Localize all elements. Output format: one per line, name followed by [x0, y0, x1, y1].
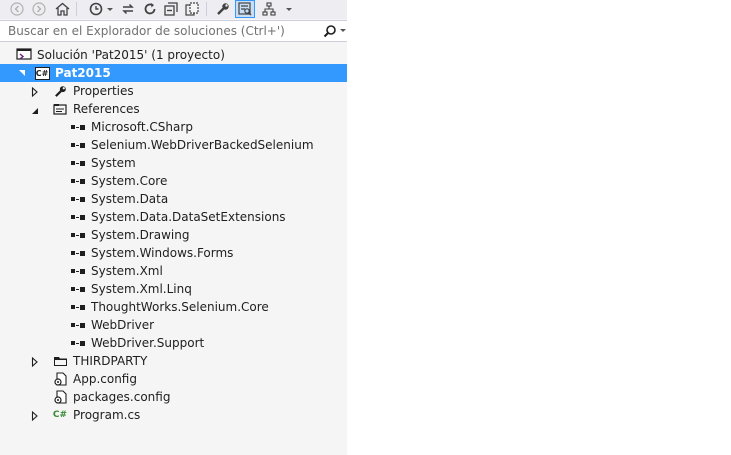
tree-item-references[interactable]: References: [0, 100, 347, 118]
preview-icon: [238, 2, 252, 16]
search-input[interactable]: [4, 22, 312, 40]
expand-chevron-icon[interactable]: [31, 356, 41, 368]
tree-item-solution[interactable]: Solución 'Pat2015' (1 proyecto): [0, 46, 347, 64]
properties-icon[interactable]: [214, 0, 232, 18]
tree-item-label: System.Data: [91, 192, 169, 206]
solution-icon: [16, 47, 32, 63]
tree-item-label: Pat2015: [55, 66, 111, 80]
tree-item-label: System.Core: [91, 174, 168, 188]
assembly-icon: [70, 209, 86, 225]
config-file-icon: [52, 389, 68, 405]
assembly-icon: [70, 317, 86, 333]
tree-item-packages-config[interactable]: packages.config: [0, 388, 347, 406]
tree-item-reference[interactable]: System.Xml: [0, 262, 347, 280]
tree-item-label: WebDriver: [91, 318, 155, 332]
tree-item-label: THIRDPARTY: [73, 354, 148, 368]
tree-item-reference[interactable]: System: [0, 154, 347, 172]
tree-item-label: Microsoft.CSharp: [91, 120, 193, 134]
tree-item-label: System.Drawing: [91, 228, 190, 242]
tree-item-reference[interactable]: Selenium.WebDriverBackedSelenium: [0, 136, 347, 154]
tree-item-label: ThoughtWorks.Selenium.Core: [91, 300, 269, 314]
tree-item-label: System: [91, 156, 136, 170]
tree-item-label: References: [73, 102, 140, 116]
solution-explorer-panel: Solución 'Pat2015' (1 proyecto) C# Pat20…: [0, 0, 347, 455]
tree-item-program-cs[interactable]: C# Program.cs: [0, 406, 347, 424]
tree-item-label: System.Data.DataSetExtensions: [91, 210, 286, 224]
collapse-chevron-icon[interactable]: [31, 104, 41, 114]
tree-item-reference[interactable]: System.Core: [0, 172, 347, 190]
toolbar-separator: [76, 2, 77, 16]
tree-item-thirdparty-folder[interactable]: THIRDPARTY: [0, 352, 347, 370]
preview-selected-items-toggle[interactable]: [235, 0, 255, 18]
class-view-icon[interactable]: [260, 0, 278, 18]
assembly-icon: [70, 299, 86, 315]
assembly-icon: [70, 173, 86, 189]
tree-item-app-config[interactable]: App.config: [0, 370, 347, 388]
assembly-icon: [70, 227, 86, 243]
tree-item-label: Solución 'Pat2015' (1 proyecto): [37, 48, 225, 62]
pending-changes-filter-icon[interactable]: [87, 0, 105, 18]
collapse-chevron-icon[interactable]: [17, 68, 27, 78]
folder-icon: [52, 353, 68, 369]
tree-item-label: System.Xml: [91, 264, 163, 278]
tree-item-label: System.Xml.Linq: [91, 282, 192, 296]
home-icon[interactable]: [53, 0, 71, 18]
assembly-icon: [70, 155, 86, 171]
tree-item-reference[interactable]: Microsoft.CSharp: [0, 118, 347, 136]
tree-item-label: Program.cs: [73, 408, 141, 422]
assembly-icon: [70, 281, 86, 297]
tree-item-reference[interactable]: System.Data: [0, 190, 347, 208]
back-icon[interactable]: [9, 0, 25, 18]
tree-item-label: System.Windows.Forms: [91, 246, 234, 260]
references-icon: [52, 101, 68, 117]
tree-item-reference[interactable]: System.Drawing: [0, 226, 347, 244]
wrench-icon: [52, 83, 68, 99]
search-box: [0, 20, 347, 42]
assembly-icon: [70, 335, 86, 351]
solution-explorer-toolbar: [0, 0, 347, 19]
toolbar-separator: [206, 2, 207, 16]
expand-chevron-icon[interactable]: [31, 410, 41, 422]
refresh-icon[interactable]: [142, 0, 158, 18]
tree-item-reference[interactable]: System.Data.DataSetExtensions: [0, 208, 347, 226]
expand-chevron-icon[interactable]: [31, 86, 41, 98]
tree-item-label: App.config: [73, 372, 137, 386]
tree-item-reference[interactable]: System.Windows.Forms: [0, 244, 347, 262]
csharp-file-icon: C#: [52, 410, 68, 420]
tree-item-label: WebDriver.Support: [91, 336, 205, 350]
tree-item-reference[interactable]: WebDriver.Support: [0, 334, 347, 352]
forward-icon[interactable]: [31, 0, 47, 18]
tree-item-reference[interactable]: ThoughtWorks.Selenium.Core: [0, 298, 347, 316]
tree-item-label: Selenium.WebDriverBackedSelenium: [91, 138, 314, 152]
assembly-icon: [70, 191, 86, 207]
collapse-all-icon[interactable]: [163, 0, 179, 18]
filter-dropdown-arrow[interactable]: [106, 0, 114, 18]
tree-item-label: packages.config: [73, 390, 171, 404]
tree-item-reference[interactable]: WebDriver: [0, 316, 347, 334]
tree-item-reference[interactable]: System.Xml.Linq: [0, 280, 347, 298]
tree-item-label: Properties: [73, 84, 134, 98]
show-all-files-icon[interactable]: [184, 0, 200, 18]
config-file-icon: [52, 371, 68, 387]
assembly-icon: [70, 119, 86, 135]
tree-item-properties[interactable]: Properties: [0, 82, 347, 100]
sync-icon[interactable]: [120, 0, 136, 18]
tree-item-project[interactable]: C# Pat2015: [0, 64, 347, 82]
assembly-icon: [70, 263, 86, 279]
assembly-icon: [70, 137, 86, 153]
csharp-project-icon: C#: [34, 66, 50, 80]
toolbar-overflow-arrow[interactable]: [284, 0, 294, 18]
search-icon[interactable]: [323, 24, 337, 38]
search-options-dropdown-arrow[interactable]: [340, 29, 346, 32]
assembly-icon: [70, 245, 86, 261]
